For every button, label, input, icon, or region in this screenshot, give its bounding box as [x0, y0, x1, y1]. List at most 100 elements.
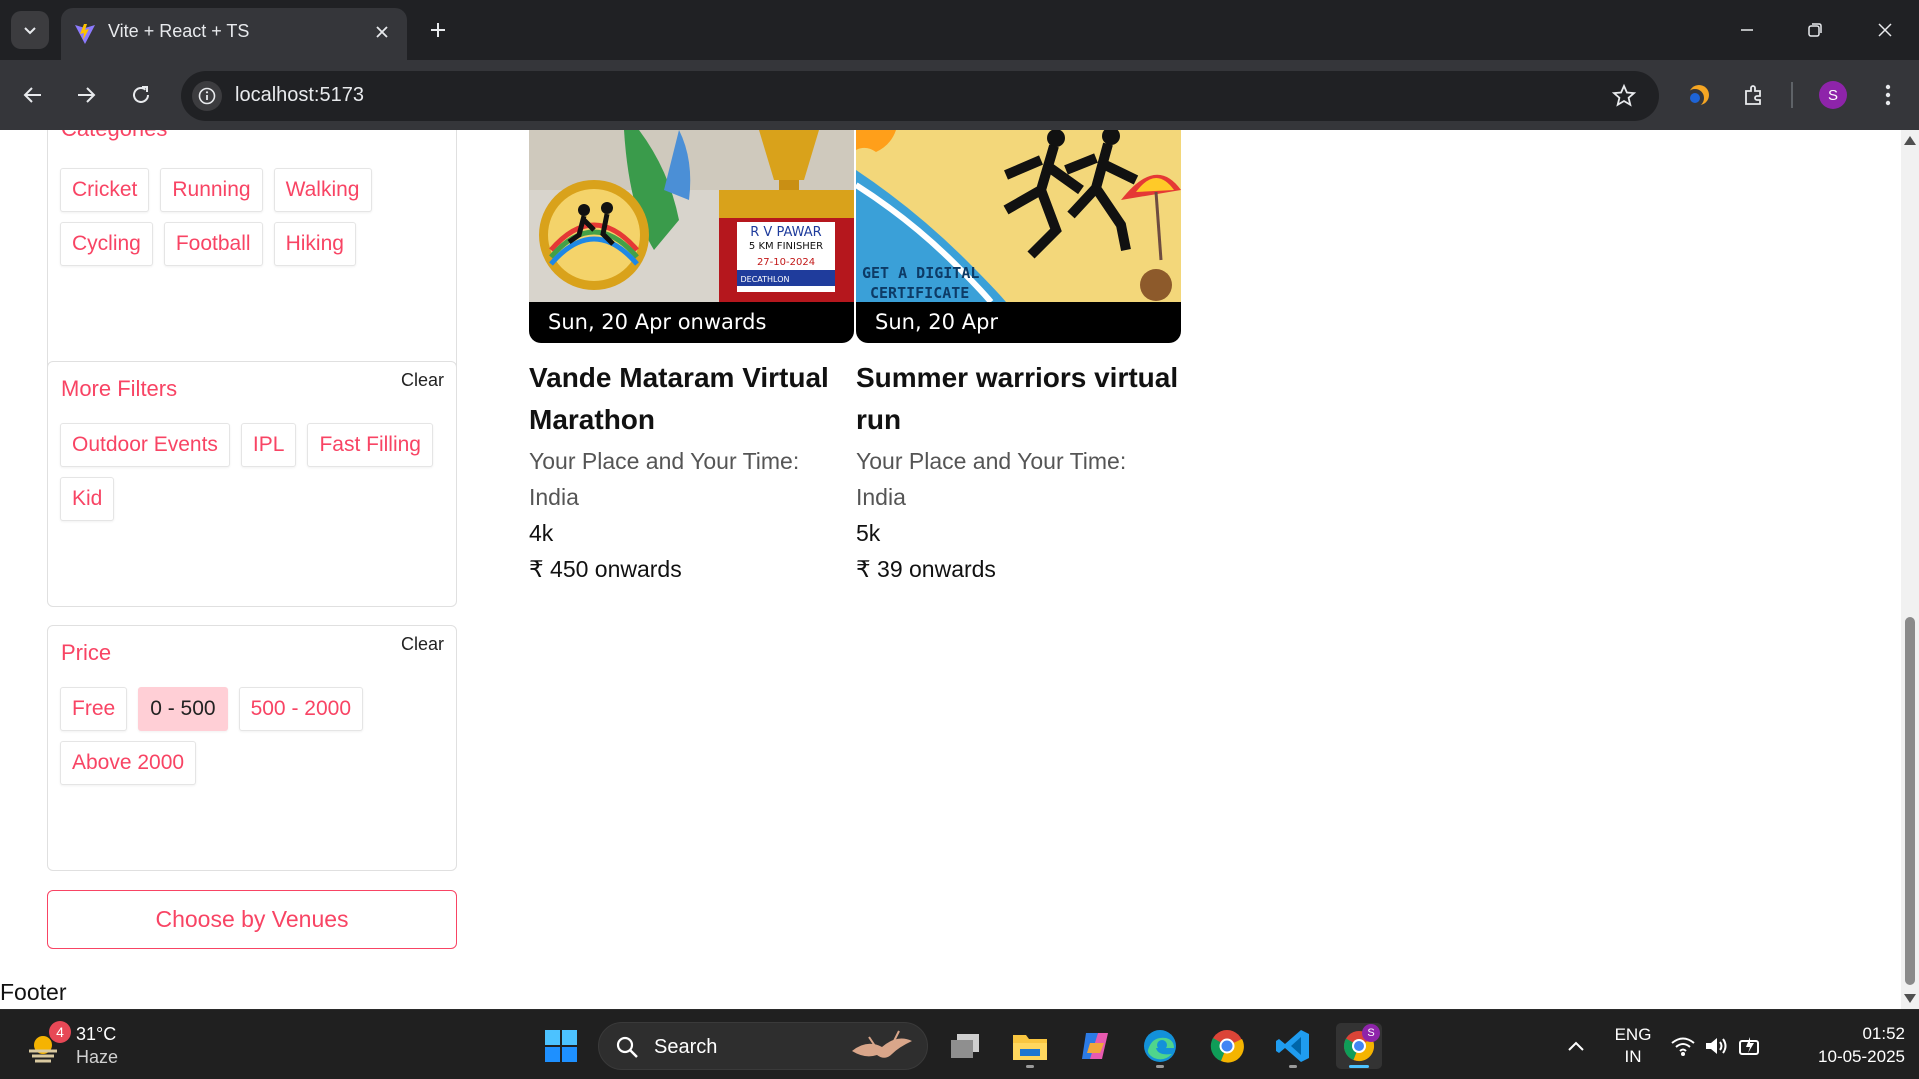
- more-vertical-icon: [1885, 84, 1891, 106]
- page-scrollbar[interactable]: [1901, 130, 1919, 1009]
- browser-toolbar: localhost:5173 S: [0, 60, 1919, 130]
- chip-hiking[interactable]: Hiking: [273, 222, 356, 266]
- event-title[interactable]: Summer warriors virtual run: [856, 357, 1181, 441]
- marathon-medal-image: R V PAWAR 5 KM FINISHER 27-10-2024 DECAT…: [529, 130, 854, 302]
- close-icon: [1878, 23, 1892, 37]
- chevron-up-icon: [1568, 1041, 1584, 1051]
- new-tab-button[interactable]: [421, 13, 455, 47]
- poster-line: 5 KM FINISHER: [749, 241, 823, 252]
- reload-button[interactable]: [122, 76, 160, 114]
- system-clock[interactable]: 01:52 10-05-2025: [1818, 1022, 1905, 1068]
- chip-cycling[interactable]: Cycling: [60, 222, 153, 266]
- app-running-indicator: [1026, 1065, 1034, 1068]
- poster-line: CERTIFICATE: [870, 284, 969, 302]
- browser-tab[interactable]: Vite + React + TS: [61, 8, 407, 60]
- chip-free[interactable]: Free: [60, 687, 128, 731]
- chip-500-2000[interactable]: 500 - 2000: [238, 687, 363, 731]
- search-icon: [616, 1036, 638, 1058]
- chip-football[interactable]: Football: [163, 222, 263, 266]
- edge-app[interactable]: [1137, 1023, 1183, 1069]
- close-window-button[interactable]: [1863, 8, 1907, 52]
- weather-widget[interactable]: 4 31°C Haze: [25, 1021, 145, 1069]
- event-title[interactable]: Vande Mataram Virtual Marathon: [529, 357, 854, 441]
- star-icon[interactable]: [1611, 83, 1637, 109]
- chip-walking[interactable]: Walking: [273, 168, 372, 212]
- price-title: Price: [61, 640, 112, 665]
- chip-above-2000[interactable]: Above 2000: [60, 741, 197, 785]
- extension-moon-button[interactable]: [1680, 76, 1718, 114]
- extensions-button[interactable]: [1735, 76, 1773, 114]
- profile-button[interactable]: S: [1814, 76, 1852, 114]
- chip-outdoor-events[interactable]: Outdoor Events: [60, 423, 230, 467]
- price-clear-button[interactable]: Clear: [401, 634, 444, 655]
- reload-icon: [133, 86, 149, 103]
- moon-extension-icon: [1686, 85, 1709, 107]
- menu-button[interactable]: [1869, 76, 1907, 114]
- back-button[interactable]: [14, 76, 52, 114]
- chrome-profile-app-active[interactable]: S: [1336, 1023, 1382, 1069]
- info-icon: [198, 87, 216, 105]
- forward-button[interactable]: [67, 76, 105, 114]
- wifi-icon: [1671, 1037, 1695, 1056]
- folder-icon: [1013, 1035, 1047, 1060]
- event-card[interactable]: R V PAWAR 5 KM FINISHER 27-10-2024 DECAT…: [529, 130, 854, 587]
- chrome-icon: [1210, 1030, 1244, 1063]
- scroll-down-arrow-icon[interactable]: [1904, 994, 1916, 1003]
- plus-icon: [431, 23, 445, 37]
- start-button[interactable]: [538, 1023, 584, 1069]
- minimize-button[interactable]: [1725, 8, 1769, 52]
- address-bar[interactable]: localhost:5173: [181, 71, 1659, 121]
- poster-line: DECATHLON: [740, 275, 789, 284]
- restore-button[interactable]: [1793, 8, 1837, 52]
- vscode-icon: [1276, 1030, 1309, 1062]
- event-poster[interactable]: GET A DIGITAL CERTIFICATE Sun, 20 Apr: [856, 130, 1181, 343]
- file-explorer-app[interactable]: [1007, 1023, 1053, 1069]
- minimize-icon: [1741, 29, 1753, 31]
- clock-date: 10-05-2025: [1818, 1047, 1905, 1066]
- vite-favicon-icon: [75, 24, 95, 44]
- chip-ipl[interactable]: IPL: [240, 423, 297, 467]
- chip-running[interactable]: Running: [160, 168, 263, 212]
- scroll-up-arrow-icon[interactable]: [1904, 136, 1916, 145]
- event-venue: Your Place and Your Time: India: [856, 448, 1127, 510]
- poster-line: 27-10-2024: [757, 257, 815, 268]
- poster-line: GET A DIGITAL: [862, 264, 979, 282]
- event-price: ₹ 450 onwards: [529, 556, 682, 582]
- choose-by-venues-button[interactable]: Choose by Venues: [47, 890, 457, 949]
- windows-logo-icon: [545, 1030, 577, 1062]
- edge-icon: [1144, 1030, 1176, 1062]
- event-price: ₹ 39 onwards: [856, 556, 996, 582]
- poster-line: R V PAWAR: [750, 225, 821, 240]
- weather-badge: 4: [49, 1021, 71, 1043]
- footer: Footer: [0, 979, 67, 1005]
- task-view-button[interactable]: [942, 1023, 988, 1069]
- taskbar-search[interactable]: Search: [598, 1022, 928, 1070]
- system-tray-status[interactable]: [1666, 1023, 1766, 1069]
- vscode-app[interactable]: [1270, 1023, 1316, 1069]
- scroll-thumb[interactable]: [1905, 617, 1915, 985]
- chip-kid[interactable]: Kid: [60, 477, 115, 521]
- toolbar-divider: [1791, 82, 1793, 108]
- close-icon: [376, 26, 388, 38]
- task-view-icon: [951, 1034, 979, 1058]
- chip-fast-filling[interactable]: Fast Filling: [307, 423, 433, 467]
- event-category: 5k: [856, 520, 881, 546]
- chip-0-500-selected[interactable]: 0 - 500: [138, 687, 228, 731]
- language-indicator[interactable]: ENG IN: [1608, 1024, 1658, 1068]
- chrome-app[interactable]: [1204, 1023, 1250, 1069]
- chip-cricket[interactable]: Cricket: [60, 168, 150, 212]
- profile-badge: S: [1362, 1024, 1380, 1042]
- show-hidden-icons-button[interactable]: [1553, 1023, 1599, 1069]
- language-code: ENG: [1614, 1025, 1652, 1044]
- price-chips: Free 0 - 500 500 - 2000 Above 2000: [60, 687, 444, 785]
- tab-close-button[interactable]: [369, 19, 395, 45]
- more-filters-clear-button[interactable]: Clear: [401, 370, 444, 391]
- windows-taskbar: 4 31°C Haze Search S ENG IN 01:52 10-05-…: [0, 1009, 1919, 1079]
- copilot-app[interactable]: [1072, 1023, 1118, 1069]
- url-text[interactable]: localhost:5173: [235, 84, 364, 107]
- event-card[interactable]: GET A DIGITAL CERTIFICATE Sun, 20 Apr Su…: [856, 130, 1181, 587]
- event-poster[interactable]: R V PAWAR 5 KM FINISHER 27-10-2024 DECAT…: [529, 130, 854, 343]
- copilot-icon: [1082, 1033, 1108, 1059]
- site-info-button[interactable]: [192, 81, 222, 111]
- tab-search-button[interactable]: [11, 11, 49, 49]
